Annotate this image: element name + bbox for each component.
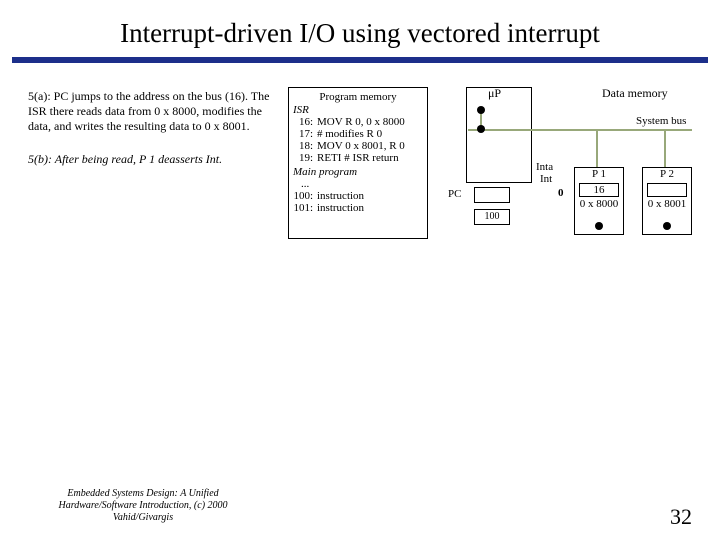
int-signal-label: Int <box>540 173 552 185</box>
step-5b: 5(b): After being read, P 1 deasserts In… <box>28 152 272 167</box>
description-text: 5(a): PC jumps to the address on the bus… <box>28 89 272 185</box>
isr-label: ISR <box>293 104 423 116</box>
page-number: 32 <box>670 504 692 530</box>
peripheral-1-box: P 1 16 0 x 8000 <box>574 167 624 235</box>
p1-address: 0 x 8000 <box>575 198 623 212</box>
line-num-16: 16: <box>293 116 313 128</box>
pc-value-box: 100 <box>474 209 510 225</box>
program-memory-title: Program memory <box>293 91 423 103</box>
line-num-100: 100: <box>293 190 313 202</box>
bus-dot-1 <box>477 106 485 114</box>
microprocessor-box <box>466 87 532 183</box>
instr-101: instruction <box>317 202 364 214</box>
data-memory-label: Data memory <box>602 86 668 101</box>
instr-16: MOV R 0, 0 x 8000 <box>317 116 405 128</box>
p2-value-cell <box>647 183 687 197</box>
p2-dot <box>663 222 671 230</box>
step-5a: 5(a): PC jumps to the address on the bus… <box>28 89 272 134</box>
bus-dot-2 <box>477 125 485 133</box>
microprocessor-label: μP <box>488 86 501 101</box>
p1-value-cell: 16 <box>579 183 619 197</box>
pc-register-box <box>474 187 510 203</box>
program-memory-box: Program memory ISR 16:MOV R 0, 0 x 8000 … <box>288 87 428 239</box>
system-bus-label: System bus <box>636 115 686 127</box>
content-area: 5(a): PC jumps to the address on the bus… <box>0 63 720 483</box>
line-num-19: 19: <box>293 152 313 164</box>
slide-title: Interrupt-driven I/O using vectored inte… <box>0 0 720 57</box>
instr-19: RETI # ISR return <box>317 152 399 164</box>
pc-label: PC <box>448 188 461 200</box>
instr-18: MOV 0 x 8001, R 0 <box>317 140 405 152</box>
peripheral-2-box: P 2 0 x 8001 <box>642 167 692 235</box>
main-program-label: Main program <box>293 166 423 178</box>
p1-header: P 1 <box>575 168 623 182</box>
p2-address: 0 x 8001 <box>643 198 691 212</box>
line-num-17: 17: <box>293 128 313 140</box>
bus-stub-p1 <box>596 129 598 167</box>
bus-stub-p2 <box>664 129 666 167</box>
inta-signal-label: Inta <box>536 161 553 173</box>
int-value-zero: 0 <box>558 187 564 199</box>
instr-17: # modifies R 0 <box>317 128 382 140</box>
system-bus-line <box>468 129 692 131</box>
p2-header: P 2 <box>643 168 691 182</box>
line-num-101: 101: <box>293 202 313 214</box>
instr-100: instruction <box>317 190 364 202</box>
footer-citation: Embedded Systems Design: A Unified Hardw… <box>28 488 258 524</box>
p1-dot <box>595 222 603 230</box>
ellipsis-1: ... <box>301 178 423 190</box>
line-num-18: 18: <box>293 140 313 152</box>
